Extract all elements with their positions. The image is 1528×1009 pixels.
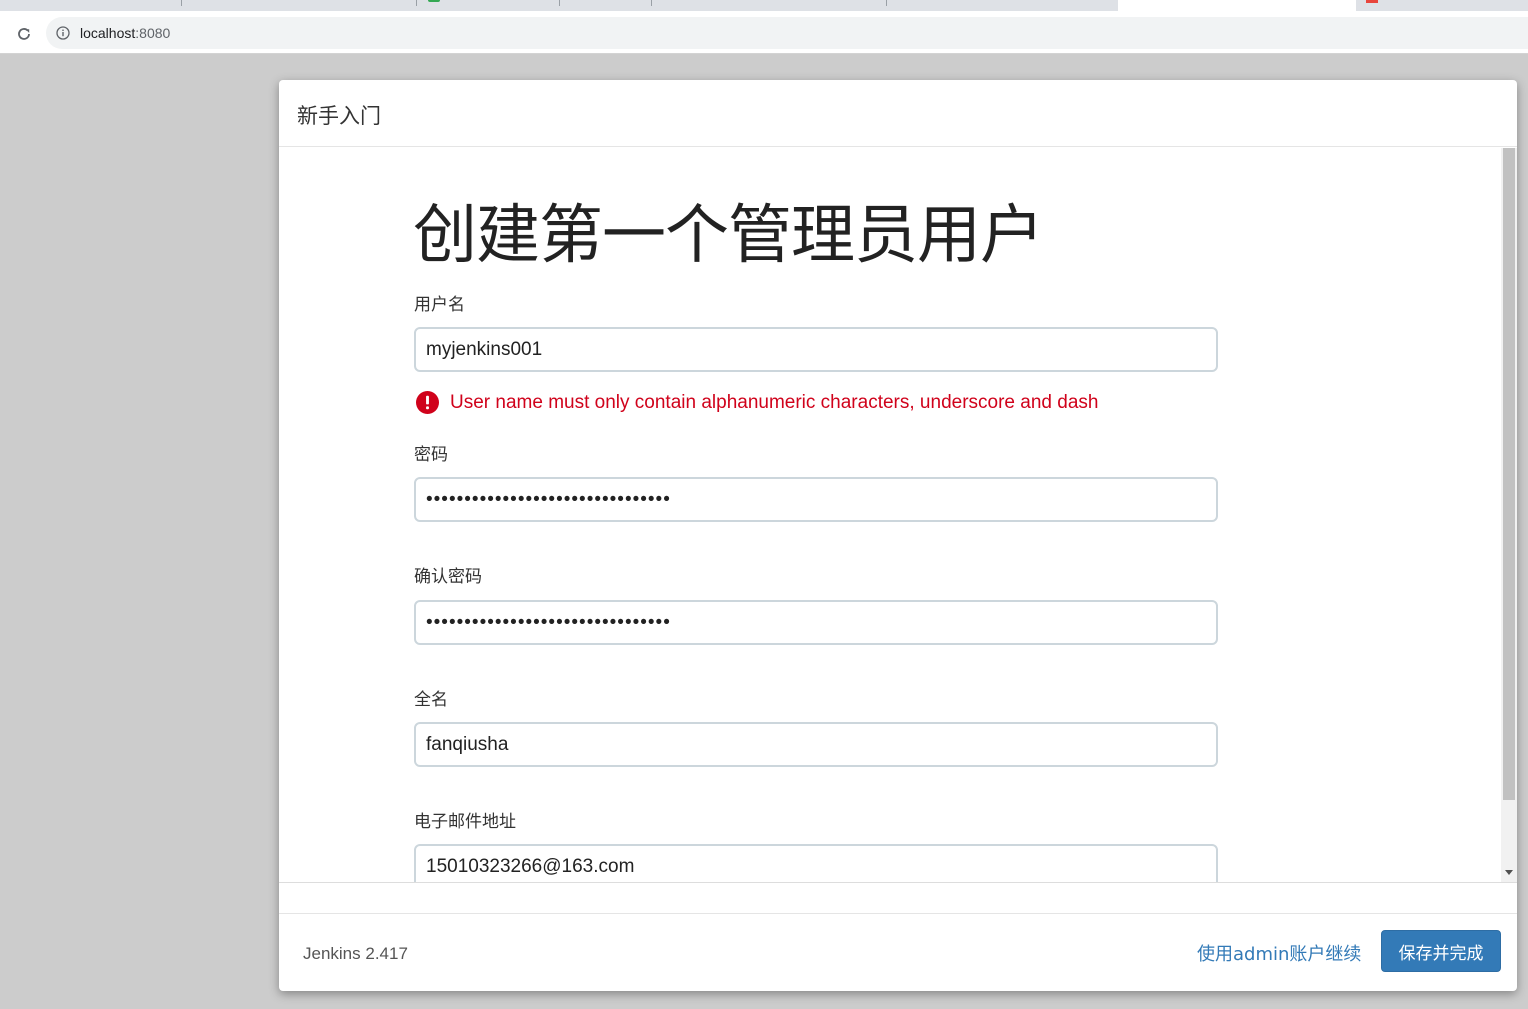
tab-separator bbox=[181, 0, 182, 6]
continue-as-admin-link[interactable]: 使用admin账户继续 bbox=[1197, 940, 1361, 966]
tab-separator bbox=[886, 0, 887, 6]
scroll-down-arrow-icon[interactable] bbox=[1505, 870, 1513, 875]
dialog-header: 新手入门 bbox=[279, 80, 1517, 147]
save-and-finish-button[interactable]: 保存并完成 bbox=[1381, 930, 1501, 972]
username-error-text: User name must only contain alphanumeric… bbox=[450, 391, 1099, 413]
fullname-label: 全名 bbox=[414, 690, 448, 710]
url-host: localhost bbox=[80, 25, 136, 41]
url-text[interactable]: localhost:8080 bbox=[80, 17, 170, 49]
scrollbar-thumb[interactable] bbox=[1503, 148, 1515, 800]
error-icon bbox=[416, 391, 439, 414]
browser-toolbar: localhost:8080 bbox=[0, 11, 1528, 54]
active-tab[interactable] bbox=[1118, 0, 1356, 11]
username-label: 用户名 bbox=[414, 295, 465, 315]
reload-icon bbox=[18, 28, 30, 40]
confirm-password-input[interactable] bbox=[414, 600, 1218, 645]
tab-favicon[interactable] bbox=[428, 0, 440, 2]
dialog-scrollbar[interactable] bbox=[1501, 148, 1517, 882]
tab-favicon[interactable] bbox=[1366, 0, 1378, 3]
dialog-footer: Jenkins 2.417 使用admin账户继续 保存并完成 bbox=[279, 913, 1517, 991]
info-icon[interactable] bbox=[56, 26, 70, 40]
tab-separator bbox=[651, 0, 652, 6]
tab-separator bbox=[559, 0, 560, 6]
url-port: :8080 bbox=[135, 25, 171, 41]
browser-tab-strip bbox=[0, 0, 1528, 11]
setup-wizard-dialog: 新手入门 创建第一个管理员用户 用户名 User name must only … bbox=[279, 80, 1517, 991]
confirm-password-label: 确认密码 bbox=[414, 567, 482, 587]
dialog-body: 创建第一个管理员用户 用户名 User name must only conta… bbox=[279, 148, 1501, 882]
username-error: User name must only contain alphanumeric… bbox=[416, 391, 1098, 414]
email-input[interactable] bbox=[414, 844, 1218, 882]
email-label: 电子邮件地址 bbox=[414, 812, 516, 832]
body-footer-divider bbox=[279, 882, 1517, 883]
reload-button[interactable] bbox=[12, 22, 36, 46]
address-bar[interactable]: localhost:8080 bbox=[46, 17, 1528, 49]
fullname-input[interactable] bbox=[414, 722, 1218, 767]
password-label: 密码 bbox=[414, 445, 448, 465]
password-input[interactable] bbox=[414, 477, 1218, 522]
dialog-title: 新手入门 bbox=[297, 104, 381, 128]
tab-separator bbox=[416, 0, 417, 6]
page-heading: 创建第一个管理员用户 bbox=[413, 199, 1044, 273]
jenkins-version: Jenkins 2.417 bbox=[303, 944, 408, 963]
username-input[interactable] bbox=[414, 327, 1218, 372]
